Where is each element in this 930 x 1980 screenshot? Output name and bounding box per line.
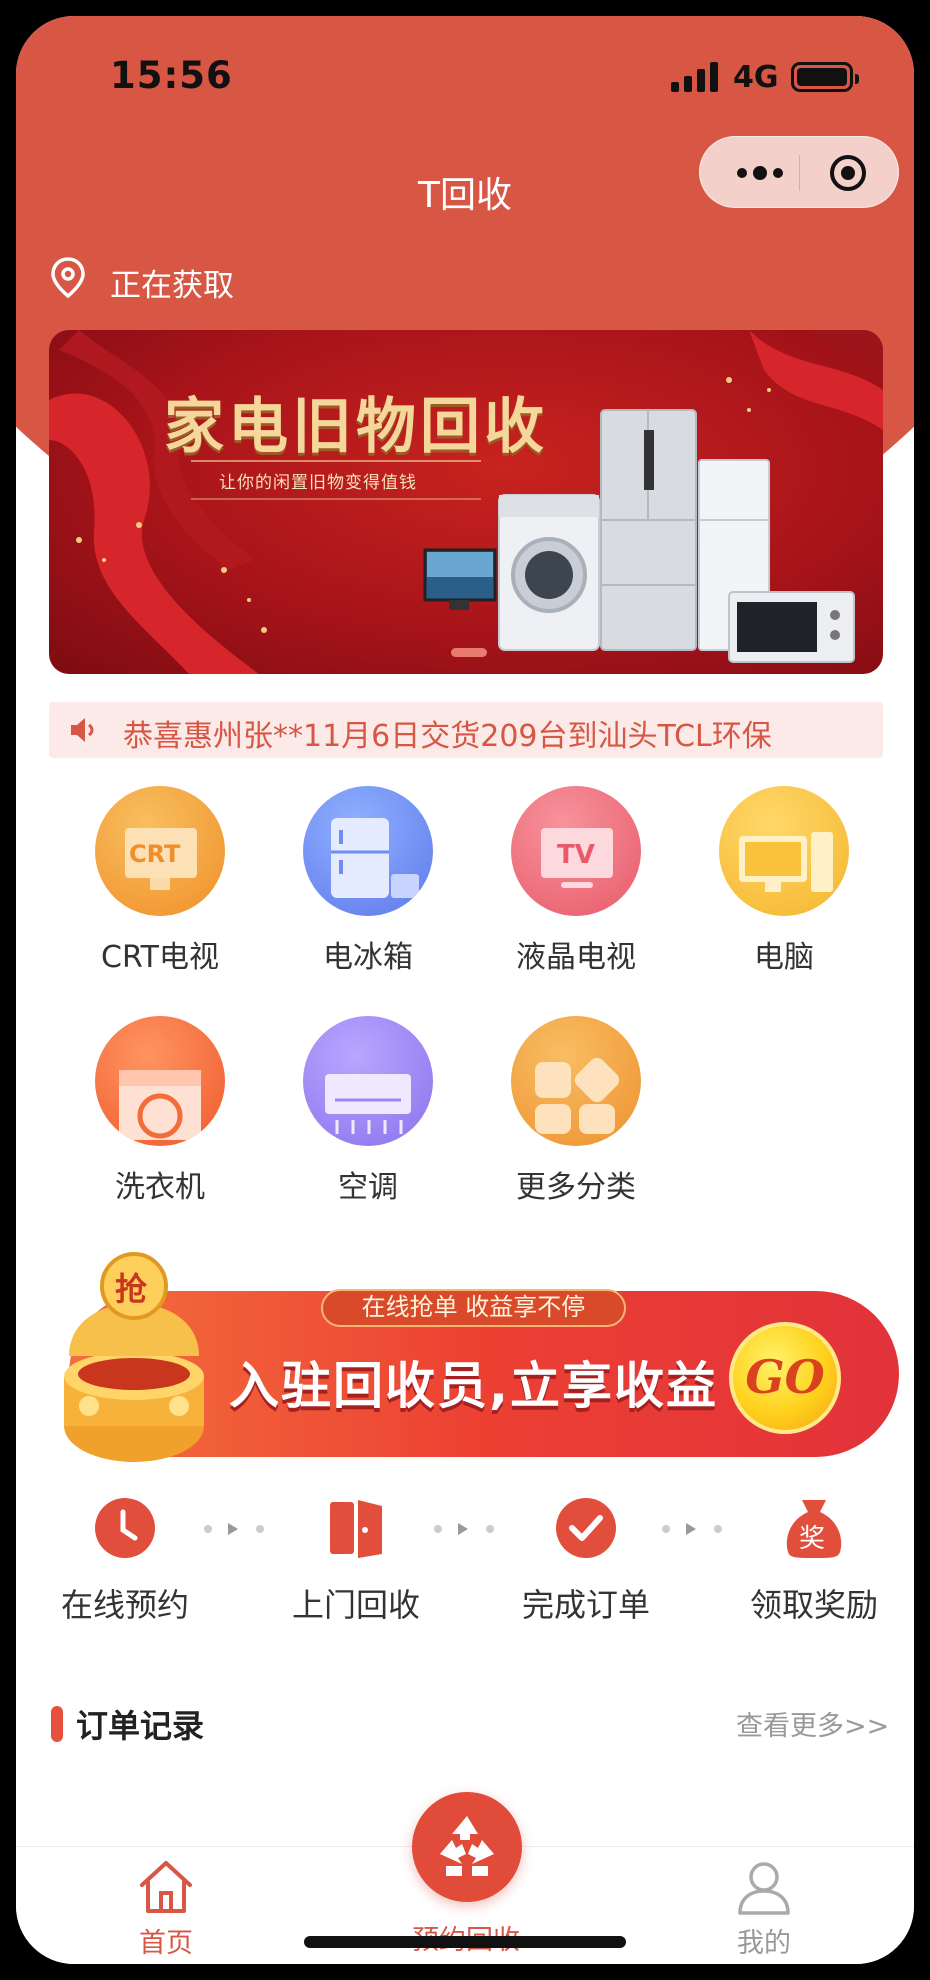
recycle-icon xyxy=(440,1816,494,1876)
tab-mine[interactable]: 我的 xyxy=(664,1857,864,1960)
crt-tv-icon: CRT xyxy=(95,786,225,916)
step-label: 上门回收 xyxy=(291,1586,420,1624)
tab-home-label: 首页 xyxy=(139,1928,193,1959)
app-screen: 15:56 4G T回收 正在获取 家电旧物回收 让你的闲置旧物变得值钱 恭喜惠… xyxy=(16,16,914,1964)
tab-mine-label: 我的 xyxy=(737,1928,791,1959)
more-categories-icon xyxy=(511,1016,641,1146)
fridge-icon xyxy=(303,786,433,916)
category-label: 液晶电视 xyxy=(516,940,636,975)
category-label: 更多分类 xyxy=(516,1170,636,1205)
recruiter-tagline: 在线抢单 收益享不停 xyxy=(321,1289,626,1327)
door-icon xyxy=(324,1496,388,1560)
category-air-conditioner[interactable]: 空调 xyxy=(264,1016,472,1206)
category-label: 电冰箱 xyxy=(323,940,413,975)
status-time: 15:56 xyxy=(110,54,233,97)
category-lcd-tv[interactable]: TV 液晶电视 xyxy=(472,786,680,976)
go-button[interactable]: GO xyxy=(729,1322,841,1434)
step-claim-reward: 奖 领取奖励 xyxy=(714,1496,914,1626)
category-washing-machine[interactable]: 洗衣机 xyxy=(56,1016,264,1206)
step-label: 完成订单 xyxy=(521,1586,650,1624)
tab-home[interactable]: 首页 xyxy=(66,1857,266,1960)
location-text[interactable]: 正在获取 xyxy=(110,260,234,305)
category-more[interactable]: 更多分类 xyxy=(472,1016,680,1206)
air-conditioner-icon xyxy=(303,1016,433,1146)
category-computer[interactable]: 电脑 xyxy=(680,786,888,976)
banner-title: 家电旧物回收 xyxy=(164,392,548,462)
location-pin-icon[interactable] xyxy=(48,256,88,300)
orders-section-title: 订单记录 xyxy=(76,1707,205,1745)
computer-icon xyxy=(719,786,849,916)
banner-divider xyxy=(191,498,481,500)
category-label: CRT电视 xyxy=(101,940,219,975)
view-more-link[interactable]: 查看更多>> xyxy=(736,1704,889,1743)
section-accent-bar xyxy=(51,1706,63,1742)
washing-machine-icon xyxy=(95,1016,225,1146)
more-options-icon[interactable] xyxy=(730,155,790,191)
recruiter-headline: 入驻回收员,立享收益 xyxy=(229,1357,718,1415)
phone-frame: 15:56 4G T回收 正在获取 家电旧物回收 让你的闲置旧物变得值钱 恭喜惠… xyxy=(0,0,930,1980)
exclamation-icon xyxy=(875,1360,889,1417)
status-bar: 15:56 4G xyxy=(16,16,914,126)
home-icon xyxy=(136,1857,196,1917)
step-door-pickup: 上门回收 xyxy=(256,1496,456,1626)
book-recycle-button[interactable] xyxy=(412,1792,522,1902)
category-label: 洗衣机 xyxy=(115,1170,205,1205)
category-fridge[interactable]: 电冰箱 xyxy=(264,786,472,976)
banner-divider xyxy=(191,460,481,462)
promo-banner[interactable]: 家电旧物回收 让你的闲置旧物变得值钱 xyxy=(49,330,883,674)
user-icon xyxy=(734,1857,794,1917)
category-label: 空调 xyxy=(338,1170,398,1205)
capsule-divider xyxy=(799,155,800,191)
grab-badge-text: 抢 xyxy=(115,1270,148,1308)
check-icon xyxy=(554,1496,618,1560)
tv-badge-text: TV xyxy=(557,840,595,870)
battery-icon xyxy=(791,62,859,92)
banner-subtitle: 让你的闲置旧物变得值钱 xyxy=(219,473,417,493)
banner-pager-dot[interactable] xyxy=(451,648,487,657)
step-online-booking: 在线预约 xyxy=(25,1496,225,1626)
lcd-tv-icon: TV xyxy=(511,786,641,916)
clock-icon xyxy=(93,1496,157,1560)
go-button-label: GO xyxy=(745,1350,825,1404)
crt-badge-text: CRT xyxy=(129,840,181,868)
recruiter-banner[interactable]: 抢 在线抢单 收益享不停 入驻回收员,立享收益 GO xyxy=(49,1246,899,1476)
reward-bag-icon: 奖 xyxy=(782,1496,846,1560)
step-label: 领取奖励 xyxy=(749,1586,878,1624)
network-type: 4G xyxy=(733,60,779,95)
step-complete-order: 完成订单 xyxy=(486,1496,686,1626)
step-label: 在线预约 xyxy=(60,1586,189,1624)
category-crt-tv[interactable]: CRT CRT电视 xyxy=(56,786,264,976)
close-mini-program-icon[interactable] xyxy=(828,153,868,193)
category-label: 电脑 xyxy=(754,940,814,975)
home-indicator[interactable] xyxy=(304,1936,626,1948)
mini-program-capsule xyxy=(699,136,899,208)
notice-bar[interactable]: 恭喜惠州张**11月6日交货209台到汕头TCL环保 xyxy=(49,702,883,758)
reward-badge-text: 奖 xyxy=(799,1524,826,1554)
speaker-icon xyxy=(71,718,94,742)
signal-icon xyxy=(671,62,718,92)
notice-text: 恭喜惠州张**11月6日交货209台到汕头TCL环保 xyxy=(123,719,772,754)
